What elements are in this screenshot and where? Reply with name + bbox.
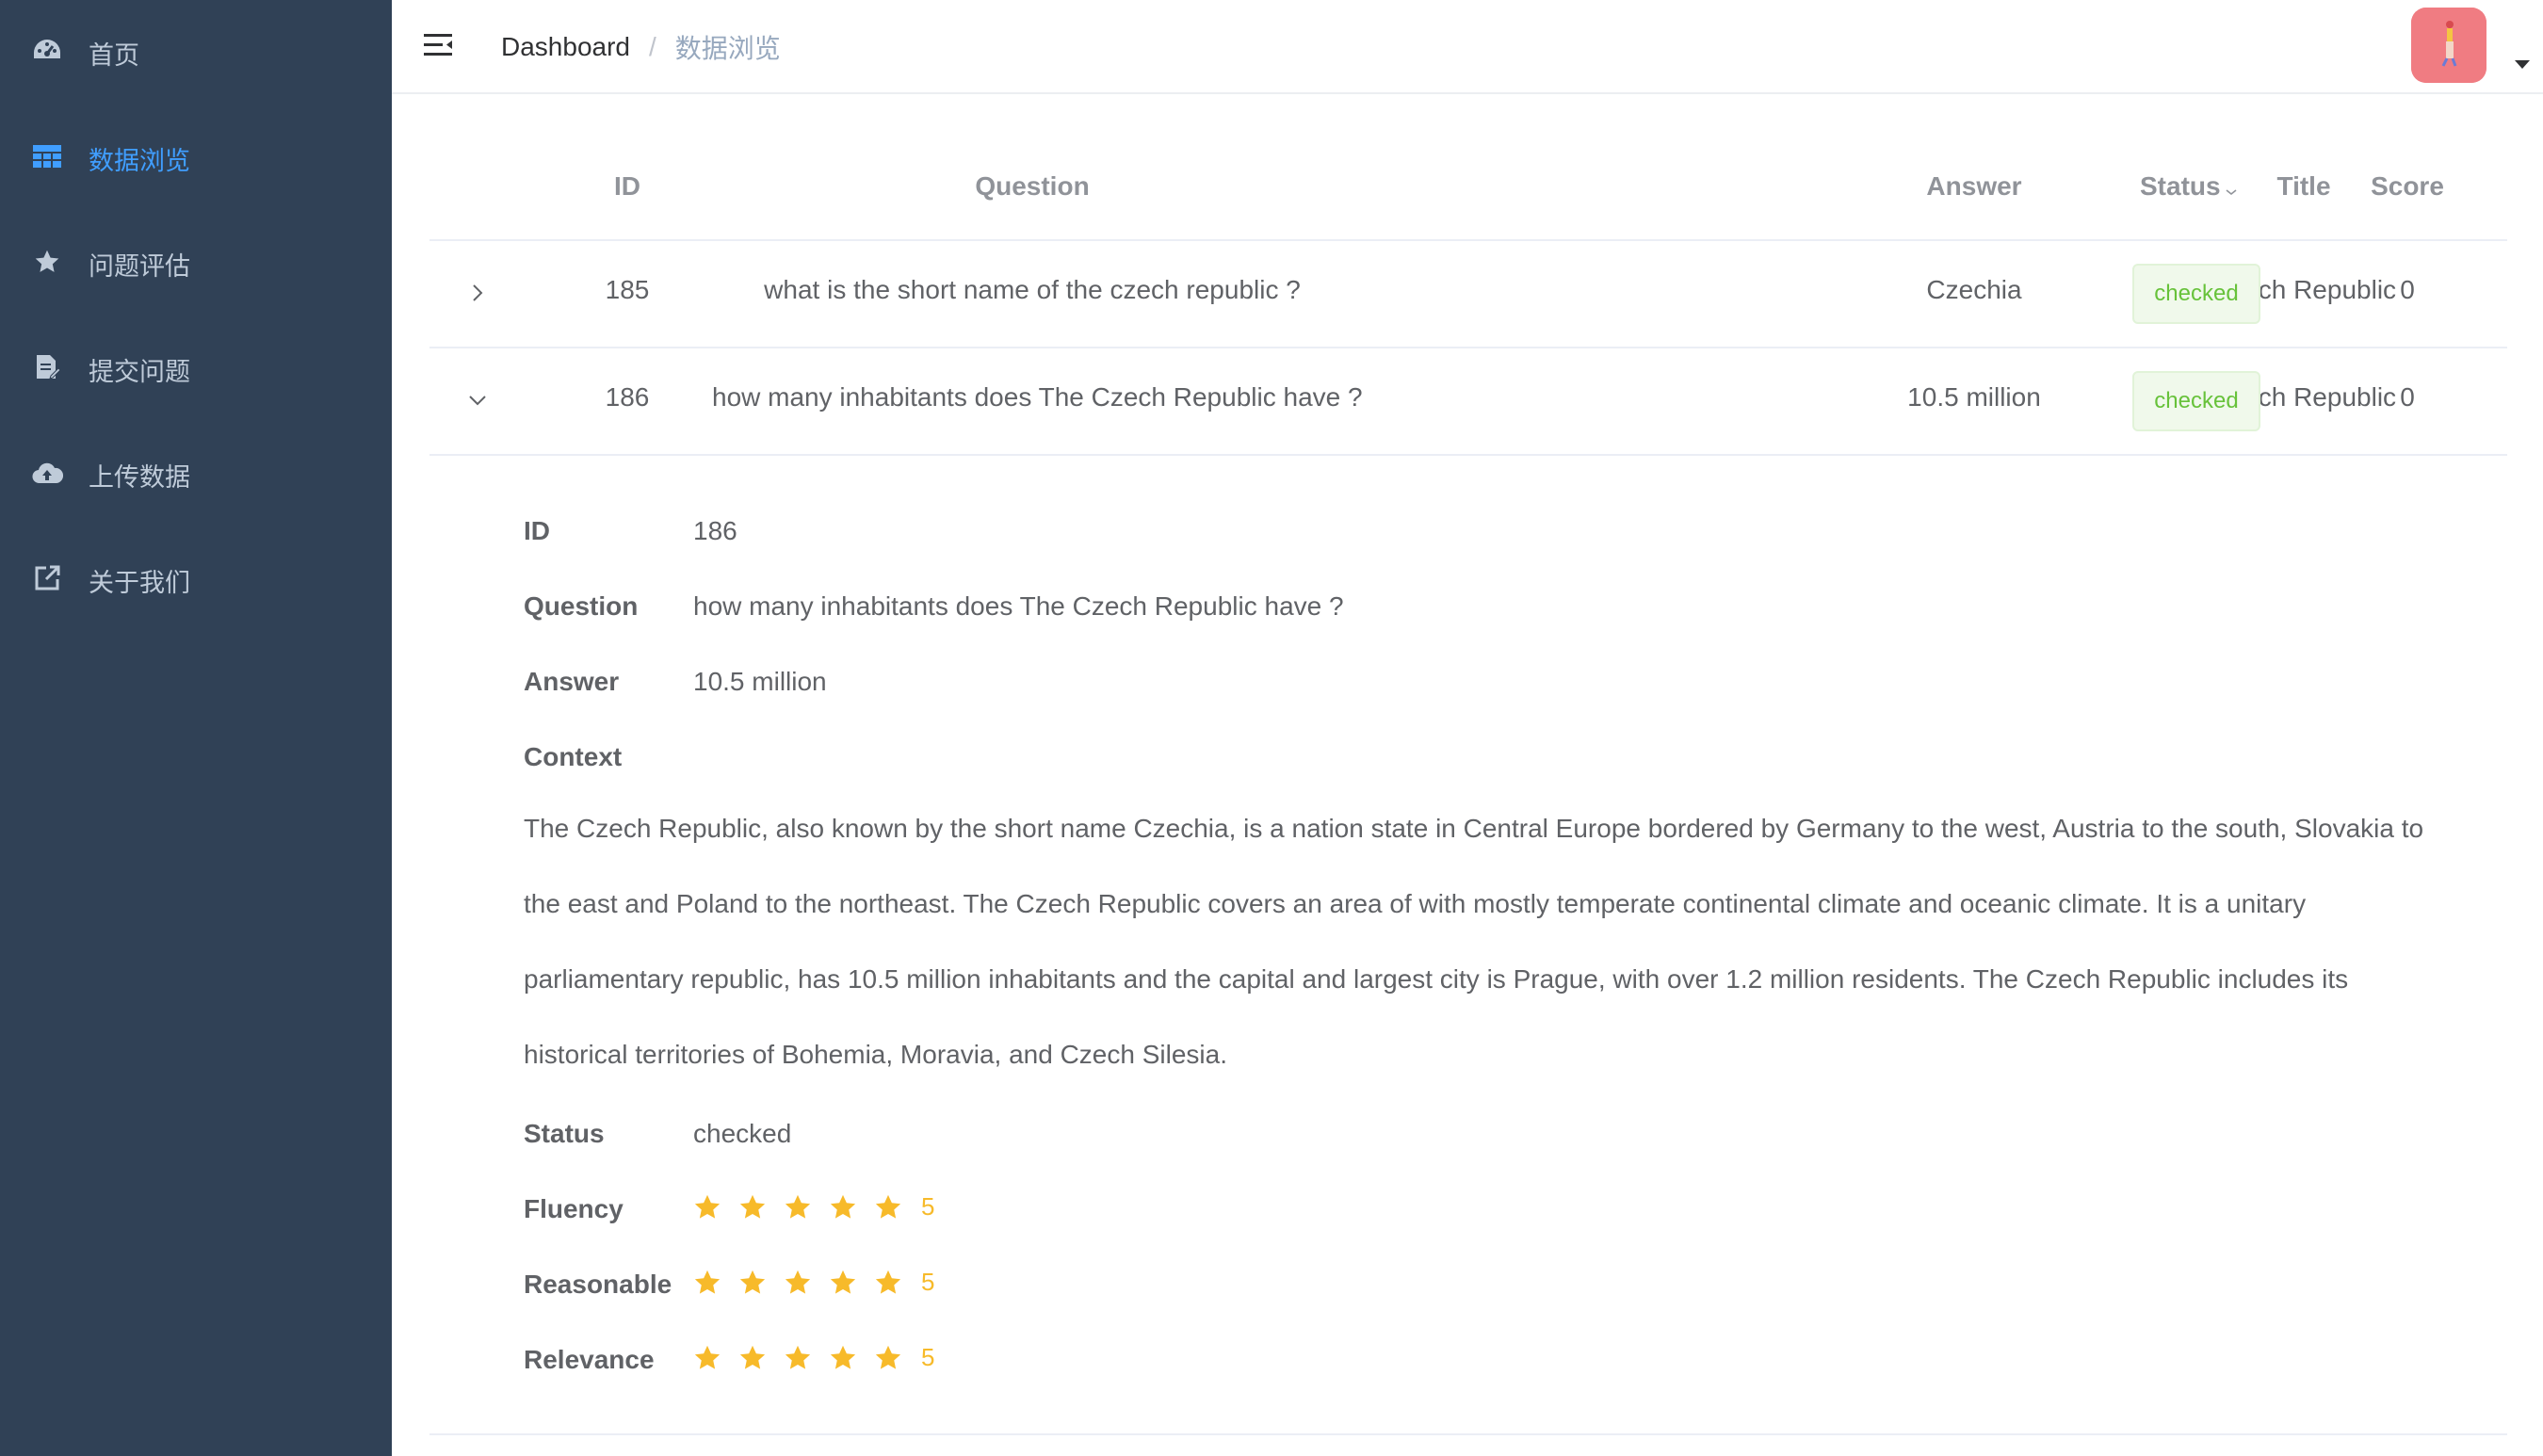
sidebar-item-label: 首页	[89, 40, 139, 71]
breadcrumb-current: 数据浏览	[674, 33, 781, 64]
fluency-rating-value: 5	[921, 1192, 935, 1221]
star-icon[interactable]	[738, 1193, 767, 1221]
external-link-icon	[30, 561, 64, 595]
status-badge: checked	[2132, 264, 2260, 324]
table-header: ID Question Answer Title Status Score	[429, 132, 2507, 241]
caret-down-icon[interactable]	[2515, 60, 2530, 69]
navbar: Dashboard / 数据浏览	[392, 0, 2543, 94]
star-icon[interactable]	[874, 1344, 902, 1372]
breadcrumb-home-link[interactable]: Dashboard	[501, 32, 630, 62]
chevron-down-icon	[2225, 173, 2238, 203]
cell-id: 186	[605, 382, 650, 412]
detail-label-reasonable: Reasonable	[524, 1270, 672, 1299]
detail-value-status: checked	[693, 1119, 792, 1148]
status-badge: checked	[2132, 371, 2260, 431]
star-icon[interactable]	[784, 1344, 812, 1372]
column-header-id: ID	[614, 171, 640, 201]
edit-doc-icon	[30, 350, 64, 384]
chevron-down-icon[interactable]	[463, 386, 492, 414]
star-icon[interactable]	[829, 1344, 857, 1372]
detail-label-context: Context	[524, 742, 623, 771]
cell-score: 0	[2400, 275, 2415, 304]
star-icon[interactable]	[829, 1193, 857, 1221]
cell-question: how many inhabitants does The Czech Repu…	[712, 382, 1363, 412]
star-icon[interactable]	[829, 1269, 857, 1297]
breadcrumb: Dashboard / 数据浏览	[501, 28, 781, 66]
detail-label-fluency: Fluency	[524, 1194, 624, 1223]
sidebar-item-label: 数据浏览	[89, 146, 190, 176]
detail-value-context: The Czech Republic, also known by the sh…	[524, 814, 2424, 1069]
dashboard-icon	[30, 34, 64, 68]
cell-score: 0	[2400, 382, 2415, 412]
table-row[interactable]: 185 what is the short name of the czech …	[429, 241, 2507, 348]
table-icon	[30, 139, 64, 173]
detail-label-relevance: Relevance	[524, 1345, 655, 1374]
star-icon[interactable]	[874, 1193, 902, 1221]
fluency-rating[interactable]: 5	[693, 1192, 934, 1221]
table-row[interactable]: 186 how many inhabitants does The Czech …	[429, 348, 2507, 456]
detail-value-id: 186	[693, 516, 737, 545]
column-header-score: Score	[2371, 171, 2444, 201]
sidebar-item-evaluate[interactable]: 问题评估	[0, 211, 392, 316]
cell-id: 185	[605, 275, 650, 304]
star-icon[interactable]	[784, 1269, 812, 1297]
star-icon[interactable]	[693, 1193, 721, 1221]
hamburger-menu-icon[interactable]	[422, 28, 460, 66]
cloud-upload-icon	[30, 456, 64, 490]
detail-label-question: Question	[524, 591, 639, 621]
sidebar-item-label: 上传数据	[89, 462, 190, 493]
cell-answer: 10.5 million	[1907, 382, 2041, 412]
sidebar-item-upload[interactable]: 上传数据	[0, 422, 392, 527]
sidebar-item-label: 关于我们	[89, 568, 190, 598]
cell-question: what is the short name of the czech repu…	[764, 275, 1301, 304]
detail-label-status: Status	[524, 1119, 605, 1148]
star-icon[interactable]	[784, 1193, 812, 1221]
column-header-answer: Answer	[1926, 171, 2022, 201]
star-icon[interactable]	[874, 1269, 902, 1297]
star-icon	[30, 245, 64, 279]
relevance-rating-value: 5	[921, 1343, 935, 1371]
sidebar-item-about[interactable]: 关于我们	[0, 527, 392, 633]
cell-answer: Czechia	[1926, 275, 2022, 304]
breadcrumb-separator: /	[648, 32, 656, 61]
sidebar-item-data-browse[interactable]: 数据浏览	[0, 105, 392, 211]
avatar[interactable]	[2411, 8, 2486, 83]
status-header-label: Status	[2140, 171, 2221, 201]
sidebar: 首页 数据浏览 问题评估 提交问题 上传数据 关于我们	[0, 0, 392, 1456]
detail-value-question: how many inhabitants does The Czech Repu…	[693, 591, 1344, 621]
column-header-question: Question	[975, 171, 1090, 201]
detail-label-id: ID	[524, 516, 550, 545]
reasonable-rating[interactable]: 5	[693, 1268, 934, 1297]
detail-value-answer: 10.5 million	[693, 667, 827, 696]
star-icon[interactable]	[738, 1344, 767, 1372]
star-icon[interactable]	[693, 1269, 721, 1297]
sidebar-item-label: 问题评估	[89, 251, 190, 282]
star-icon[interactable]	[693, 1344, 721, 1372]
sidebar-item-submit[interactable]: 提交问题	[0, 316, 392, 422]
relevance-rating[interactable]: 5	[693, 1343, 934, 1372]
chevron-right-icon[interactable]	[463, 279, 492, 307]
column-header-status[interactable]: Status	[2140, 171, 2243, 203]
row-divider	[429, 1433, 2507, 1435]
detail-label-answer: Answer	[524, 667, 620, 696]
sidebar-item-label: 提交问题	[89, 357, 190, 387]
reasonable-rating-value: 5	[921, 1268, 935, 1296]
sidebar-item-home[interactable]: 首页	[0, 0, 392, 105]
star-icon[interactable]	[738, 1269, 767, 1297]
